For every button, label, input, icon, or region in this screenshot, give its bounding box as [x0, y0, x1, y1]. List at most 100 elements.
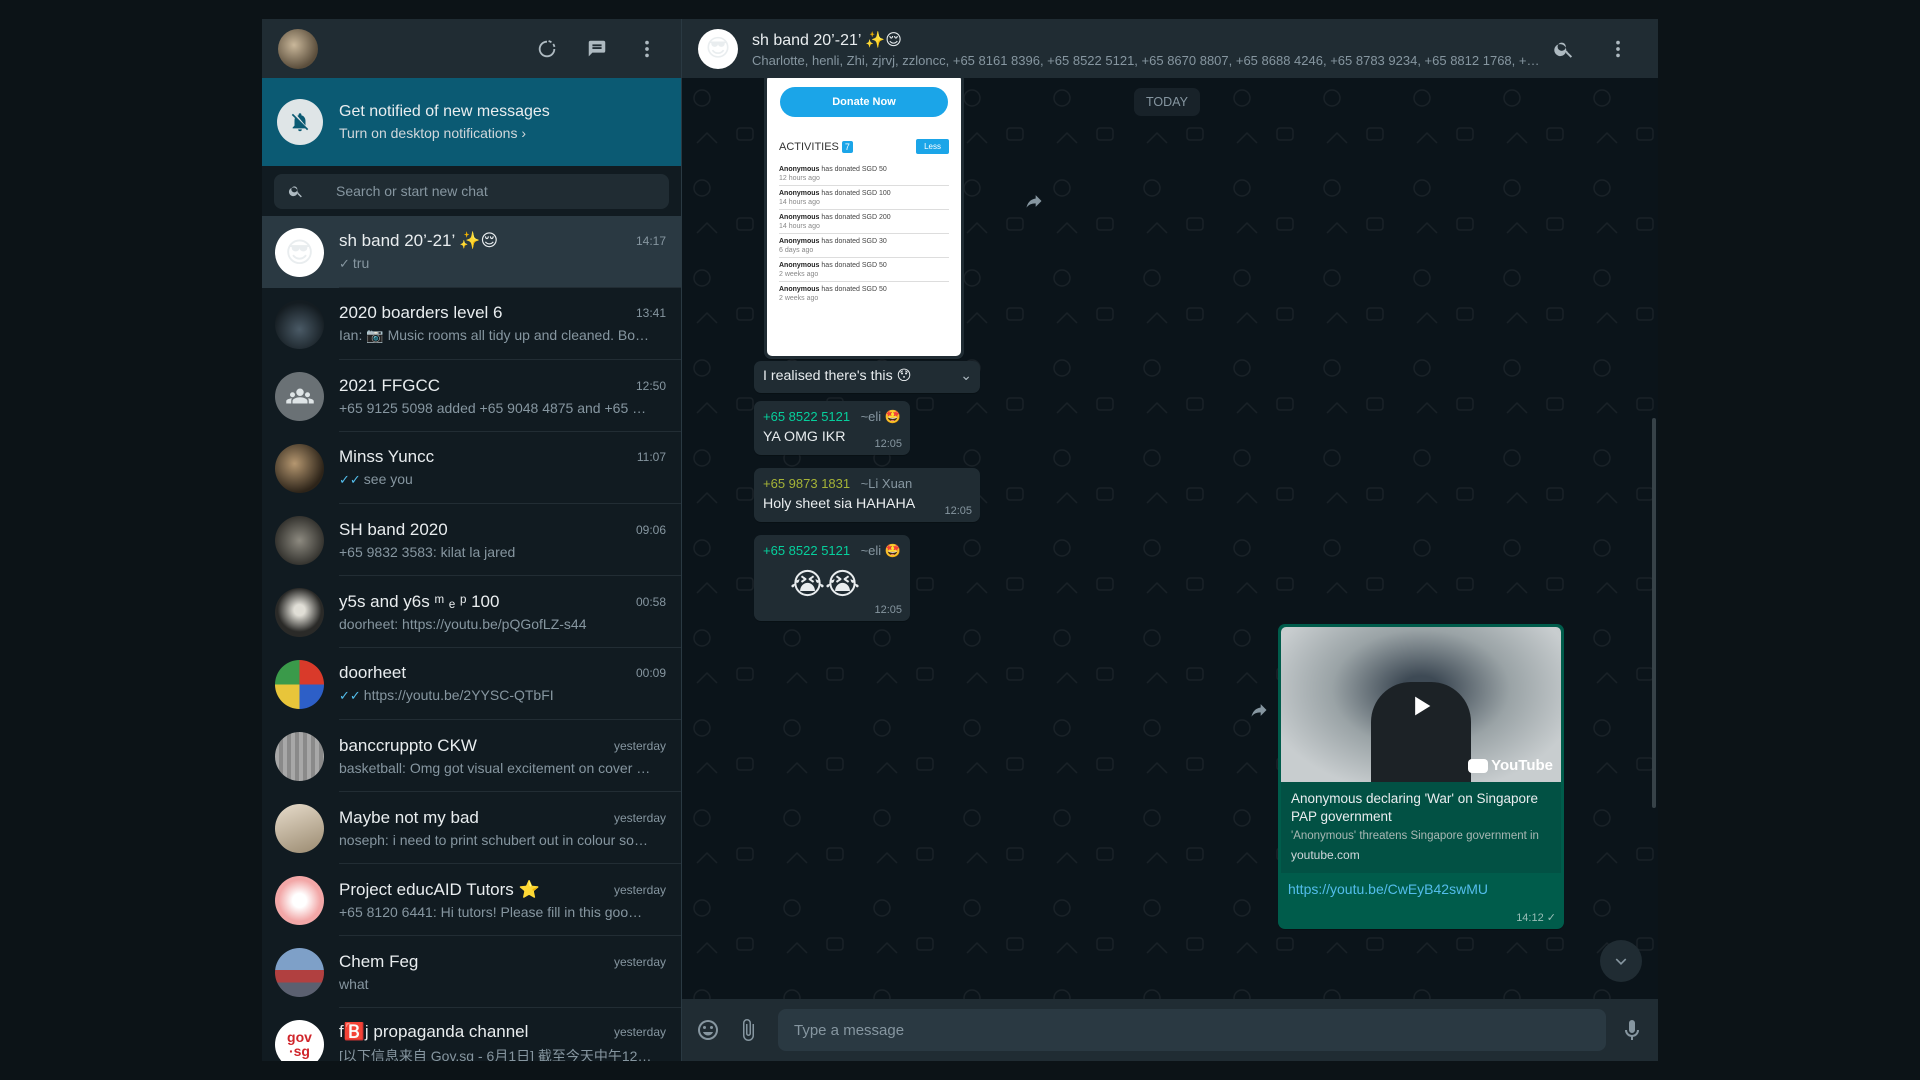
chat-preview: +65 9125 5098 added +65 9048 4875 and +6… [339, 399, 647, 416]
chevron-down-icon [1615, 958, 1627, 965]
activity-row: Anonymous has donated SGD 50 2 weeks ago [779, 286, 887, 302]
avatar [275, 515, 324, 565]
menu-icon[interactable] [635, 37, 659, 61]
chat-preview: +65 9832 3583: kilat la jared [339, 543, 516, 560]
chat-item[interactable]: gov ·sg f🅱️j propaganda channel yesterday … [262, 1008, 681, 1061]
chat-item[interactable]: Minss Yuncc 11:07 ✓✓ see you [262, 432, 681, 504]
avatar [275, 587, 324, 637]
notification-banner[interactable]: Get notified of new messages Turn on des… [262, 78, 681, 166]
notification-title: Get notified of new messages [339, 103, 550, 120]
message-time: 12:05 [874, 438, 902, 450]
emoji-message-text: 😭😭 [790, 568, 861, 601]
chat-item[interactable]: y5s and y6s ᵐ ₑ ᵖ 100 00:58 doorheet: htt… [262, 576, 681, 648]
attach-icon[interactable] [736, 1018, 760, 1042]
incoming-message[interactable]: +65 8522 5121 ~eli 🤩 YA OMG IKR 12:05 [754, 401, 910, 455]
chat-preview: doorheet: https://youtu.be/pQGofLZ-s44 [339, 615, 587, 632]
youtube-thumbnail[interactable]: YouTube [1281, 627, 1561, 782]
chat-item[interactable]: Project educAID Tutors ⭐ yesterday +65 81… [262, 864, 681, 936]
avatar: 😎 [275, 227, 324, 277]
youtube-logo: YouTube [1468, 757, 1553, 774]
chat-name: Maybe not my bad [339, 807, 479, 827]
link-preview[interactable]: Anonymous declaring 'War' on Singapore P… [1281, 782, 1561, 873]
message-time: 12:05 [874, 604, 902, 616]
chat-item[interactable]: 2020 boarders level 6 13:41 Ian: 📷 Music … [262, 288, 681, 360]
incoming-message[interactable]: +65 8522 5121 ~eli 🤩 😭😭 12:05 [754, 535, 910, 621]
link-domain: youtube.com [1291, 848, 1360, 862]
forward-icon[interactable] [1249, 700, 1269, 720]
activity-row: Anonymous has donated SGD 50 2 weeks ago [779, 258, 949, 282]
sender-number[interactable]: +65 9873 1831 [763, 476, 850, 491]
chat-item[interactable]: doorheet 00:09 ✓✓ https://youtu.be/2YYSC-Q… [262, 648, 681, 720]
donation-screenshot[interactable]: Donate Now ACTIVITIES 7 Less Anonymous h… [767, 78, 961, 356]
sent-tick-icon: ✓ [339, 256, 350, 271]
chat-preview: Ian: 📷 Music rooms all tidy up and clean… [339, 327, 650, 343]
avatar [275, 731, 324, 781]
conversation-header[interactable]: 😎 sh band 20’-21’ ✨😌 Charlotte, henli, Z… [682, 19, 1658, 78]
message-area: TODAY Donate Now ACTIVITIES 7 Less Anony… [682, 78, 1658, 999]
message-time: 12:05 [944, 505, 972, 517]
search-icon [288, 186, 302, 198]
link-description: 'Anonymous' threatens Singapore governme… [1291, 830, 1539, 842]
chat-time: yesterday [613, 954, 666, 969]
chat-preview: noseph: i need to print schubert out in … [339, 831, 648, 848]
message-text: Holy sheet sia HAHAHA [763, 496, 916, 512]
donate-now-label: Donate Now [780, 87, 948, 117]
chat-list: 😎 sh band 20’-21’ ✨😌 14:17 ✓ tru 2020 boar… [262, 216, 681, 1061]
conversation-members: Charlotte, henli, Zhi, zjrvj, zzloncc, +… [752, 52, 1540, 68]
conversation-menu-icon[interactable] [1606, 37, 1630, 61]
chat-item[interactable]: SH band 2020 09:06 +65 9832 3583: kilat l… [262, 504, 681, 576]
chat-name: f🅱️j propaganda channel [339, 1021, 529, 1041]
chat-name: sh band 20’-21’ ✨😌 [339, 231, 499, 250]
youtube-link[interactable]: https://youtu.be/CwEyB42swMU [1288, 881, 1488, 897]
enable-notifications-link[interactable]: Turn on desktop notifications › [339, 125, 550, 141]
chat-time: 11:07 [636, 450, 666, 464]
status-icon[interactable] [535, 37, 559, 61]
chat-name: y5s and y6s ᵐ ₑ ᵖ 100 [339, 591, 500, 611]
forward-icon[interactable] [1024, 191, 1044, 211]
chat-name: Project educAID Tutors ⭐ [339, 879, 540, 899]
message-input[interactable] [792, 1020, 1606, 1040]
chat-preview: tru [352, 255, 370, 271]
message-menu-chevron-icon[interactable]: ⌄ [960, 367, 972, 384]
caption-message[interactable]: I realised there's this 😯 ⌄ [754, 361, 980, 393]
chat-preview: see you [363, 471, 413, 487]
group-default-avatar [275, 371, 324, 421]
chat-time: yesterday [613, 882, 666, 897]
avatar [275, 947, 324, 997]
chat-item[interactable]: banccruppto CKW yesterday basketball: Omg… [262, 720, 681, 792]
chat-time: yesterday [613, 738, 666, 753]
emoji-icon[interactable] [696, 1018, 720, 1042]
avatar [275, 875, 324, 925]
sidebar-actions [535, 37, 659, 61]
sender-number[interactable]: +65 8522 5121 [763, 543, 850, 558]
chat-name: Chem Feg [339, 951, 419, 971]
search-input[interactable] [334, 182, 618, 200]
group-avatar[interactable]: 😎 [698, 28, 738, 69]
conversation-scrollbar[interactable] [1652, 418, 1656, 808]
chat-item[interactable]: 😎 sh band 20’-21’ ✨😌 14:17 ✓ tru [262, 216, 681, 288]
chat-time: yesterday [613, 810, 666, 825]
chat-item[interactable]: Maybe not my bad yesterday noseph: i need… [262, 792, 681, 864]
scroll-down-button[interactable] [1600, 940, 1642, 982]
activity-row: Anonymous has donated SGD 200 14 hours ag… [779, 210, 949, 234]
less-label: Less [916, 139, 949, 154]
image-message[interactable]: Donate Now ACTIVITIES 7 Less Anonymous h… [764, 78, 964, 359]
incoming-message[interactable]: +65 9873 1831 ~Li Xuan Holy sheet sia HA… [754, 468, 980, 522]
search-messages-icon[interactable] [1552, 37, 1576, 61]
sender-number[interactable]: +65 8522 5121 [763, 409, 850, 424]
avatar [275, 299, 324, 349]
chat-item[interactable]: Chem Feg yesterday what [262, 936, 681, 1008]
microphone-icon[interactable] [1620, 1018, 1644, 1042]
conversation-actions [1552, 37, 1630, 61]
conversation-info[interactable]: sh band 20’-21’ ✨😌 Charlotte, henli, Zhi… [752, 30, 1552, 68]
message-time: 14:12 ✓ [1516, 912, 1556, 924]
play-icon[interactable] [1405, 690, 1437, 722]
chat-item[interactable]: 2021 FFGCC 12:50 +65 9125 5098 added +65 … [262, 360, 681, 432]
chat-preview: [以下信息来自 Gov.sg - 6月1日] 截至今天中午12… [339, 1047, 652, 1062]
chat-name: SH band 2020 [339, 519, 448, 539]
new-chat-icon[interactable] [585, 37, 609, 61]
outgoing-link-message[interactable]: YouTube Anonymous declaring 'War' on Sin… [1278, 624, 1564, 929]
avatar [275, 803, 324, 853]
my-profile-avatar[interactable] [278, 28, 318, 69]
chat-time: 00:58 [635, 594, 666, 609]
